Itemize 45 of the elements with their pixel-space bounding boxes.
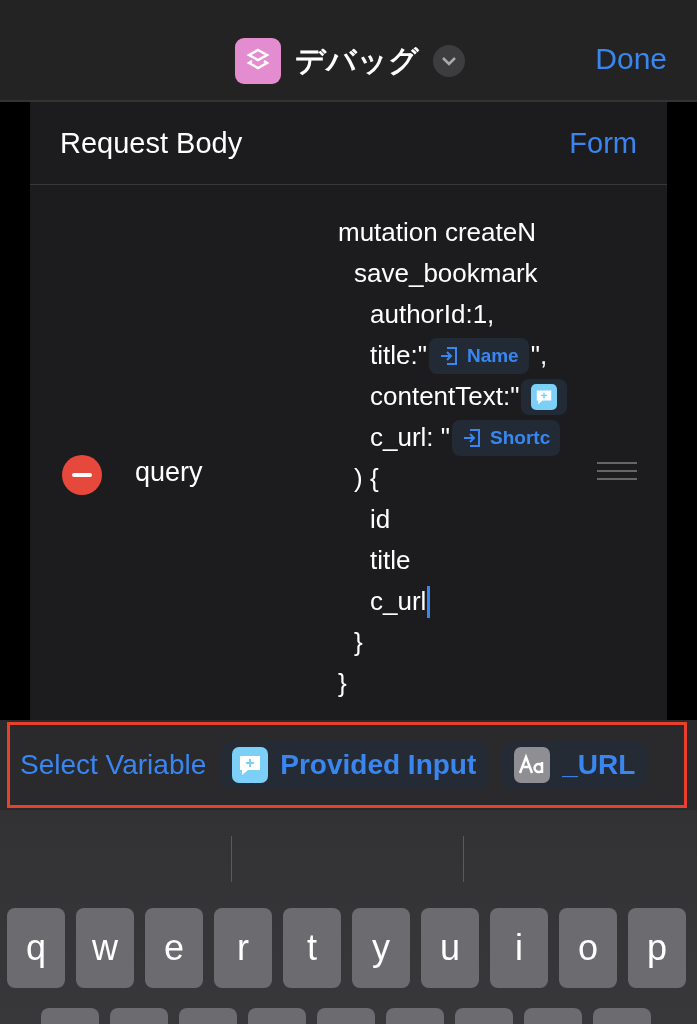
chevron-button[interactable] — [433, 45, 465, 77]
minus-icon — [72, 473, 92, 477]
code-text: title — [370, 545, 411, 576]
variable-chip[interactable]: Provided Input — [220, 741, 489, 789]
key-button[interactable]: o — [559, 908, 617, 988]
code-text: id — [370, 504, 391, 535]
variable-token[interactable]: Shortc — [452, 419, 561, 456]
done-button[interactable]: Done — [595, 42, 667, 76]
key-button[interactable]: y — [352, 908, 410, 988]
key-button[interactable]: r — [214, 908, 272, 988]
key-button[interactable]: p — [628, 908, 686, 988]
code-text: } — [354, 627, 363, 658]
variable-chip[interactable]: _URL — [502, 741, 648, 789]
speech-bubble-icon — [232, 747, 269, 783]
select-variable-button[interactable]: Select Variable — [20, 749, 207, 781]
key-button[interactable]: u — [421, 908, 479, 988]
code-text: title:" — [370, 340, 427, 371]
text-icon — [514, 747, 551, 783]
code-text: ) { — [354, 463, 379, 494]
code-text: mutation createN — [338, 217, 536, 248]
request-body-label: Request Body — [60, 126, 243, 160]
key-button[interactable]: q — [7, 908, 65, 988]
drag-handle-icon[interactable] — [597, 461, 637, 481]
code-text: c_url: " — [370, 422, 451, 453]
remove-button[interactable] — [62, 455, 102, 495]
variable-token[interactable] — [521, 378, 568, 415]
code-text: contentText:" — [370, 381, 520, 412]
code-text: c_url — [370, 586, 427, 617]
query-value-field[interactable]: mutation createN save_bookmark authorId:1, title:" Name ", contentText:" c_url: " Shortc ) { id title c_url } } — [338, 212, 580, 704]
code-text: } — [338, 668, 347, 699]
key-button[interactable]: t — [283, 908, 341, 988]
code-text: save_bookmark — [354, 258, 538, 289]
shortcut-title: デバッグ — [295, 41, 419, 80]
field-key: query — [135, 457, 203, 488]
key-button[interactable]: w — [76, 908, 134, 988]
key-button[interactable]: i — [490, 908, 548, 988]
chevron-down-icon — [441, 56, 457, 66]
code-text: authorId:1, — [370, 299, 495, 330]
speech-bubble-icon — [531, 383, 558, 410]
code-text: ", — [530, 340, 548, 371]
key-button[interactable]: e — [145, 908, 203, 988]
variable-token[interactable]: Name — [428, 337, 529, 374]
input-icon — [438, 345, 459, 366]
form-button[interactable]: Form — [569, 126, 637, 160]
input-icon — [462, 427, 483, 448]
